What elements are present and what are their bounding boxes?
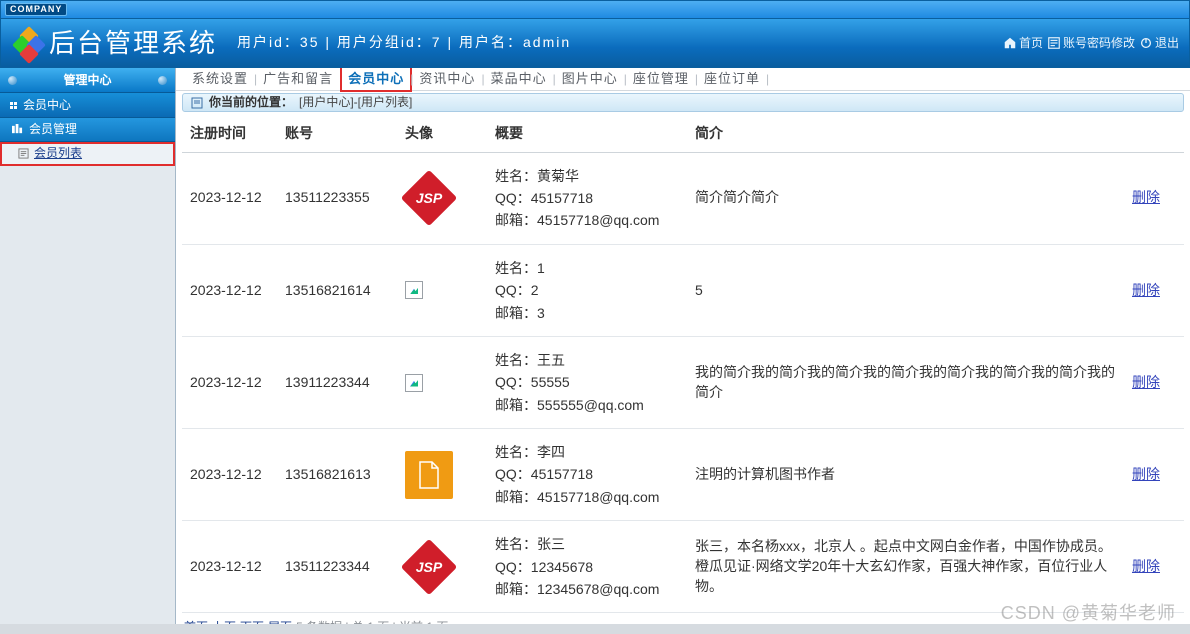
system-title: 后台管理系统 xyxy=(49,25,217,61)
table-header-row: 注册时间 账号 头像 概要 简介 xyxy=(182,116,1184,152)
delete-link[interactable]: 删除 xyxy=(1132,558,1160,574)
cell-intro: 5 xyxy=(687,244,1124,336)
cell-summary: 姓名：张三QQ：12345678邮箱：12345678@qq.com xyxy=(487,521,687,613)
th-summary: 概要 xyxy=(487,116,687,152)
cell-avatar: JSP xyxy=(397,152,487,244)
grid-icon xyxy=(10,102,17,109)
cell-summary: 姓名：李四QQ：45157718邮箱：45157718@qq.com xyxy=(487,429,687,521)
home-button[interactable]: 首页 xyxy=(1003,35,1043,52)
change-password-button[interactable]: 账号密码修改 xyxy=(1047,35,1135,52)
nav-item-4[interactable]: 菜品中心 xyxy=(485,70,553,88)
logout-button[interactable]: 退出 xyxy=(1139,35,1179,52)
cell-intro: 简介简介简介 xyxy=(687,152,1124,244)
table-row: 2023-12-1213911223344 姓名：王五QQ：55555邮箱：555… xyxy=(182,336,1184,428)
pager-last[interactable]: 尾页 xyxy=(268,619,292,624)
avatar-jsp-icon: JSP xyxy=(405,174,453,222)
cell-op: 删除 xyxy=(1124,244,1184,336)
cell-summary: 姓名：1QQ：2邮箱：3 xyxy=(487,244,687,336)
page-icon xyxy=(18,148,29,159)
table-row: 2023-12-1213511223344JSP 姓名：张三QQ：12345678… xyxy=(182,521,1184,613)
top-nav: 系统设置 | 广告和留言 | 会员中心 | 资讯中心 | 菜品中心 | 图片中心… xyxy=(176,68,1190,91)
nav-item-0[interactable]: 系统设置 xyxy=(186,70,254,88)
cell-date: 2023-12-12 xyxy=(182,429,277,521)
cell-account: 13511223344 xyxy=(277,521,397,613)
cell-account: 13516821614 xyxy=(277,244,397,336)
cell-intro: 我的简介我的简介我的简介我的简介我的简介我的简介我的简介我的简介 xyxy=(687,336,1124,428)
avatar-broken-icon xyxy=(405,281,423,299)
cell-avatar xyxy=(397,429,487,521)
nav-item-2[interactable]: 会员中心 xyxy=(342,68,410,90)
logo-icon xyxy=(15,29,43,57)
sidebar-title: 管理中心 xyxy=(0,68,175,93)
cell-op: 删除 xyxy=(1124,429,1184,521)
th-date: 注册时间 xyxy=(182,116,277,152)
avatar-xml-icon xyxy=(405,451,453,499)
delete-link[interactable]: 删除 xyxy=(1132,466,1160,482)
member-table: 注册时间 账号 头像 概要 简介 2023-12-1213511223355JS… xyxy=(182,116,1184,613)
nav-item-5[interactable]: 图片中心 xyxy=(556,70,624,88)
nav-item-6[interactable]: 座位管理 xyxy=(627,70,695,88)
nav-item-1[interactable]: 广告和留言 xyxy=(257,70,339,88)
th-avatar: 头像 xyxy=(397,116,487,152)
bars-icon xyxy=(12,124,23,135)
delete-link[interactable]: 删除 xyxy=(1132,189,1160,205)
form-icon xyxy=(1047,36,1061,50)
avatar-jsp-icon: JSP xyxy=(405,543,453,591)
user-info-line: 用户id：35 | 用户分组id：7 | 用户名：admin xyxy=(237,33,571,53)
breadcrumb-label: 你当前的位置： xyxy=(209,94,293,111)
cell-summary: 姓名：黄菊华QQ：45157718邮箱：45157718@qq.com xyxy=(487,152,687,244)
delete-link[interactable]: 删除 xyxy=(1132,282,1160,298)
delete-link[interactable]: 删除 xyxy=(1132,374,1160,390)
cell-avatar xyxy=(397,336,487,428)
main-area: 系统设置 | 广告和留言 | 会员中心 | 资讯中心 | 菜品中心 | 图片中心… xyxy=(176,68,1190,624)
nav-item-7[interactable]: 座位订单 xyxy=(698,70,766,88)
sidebar: 管理中心 会员中心 会员管理 会员列表 xyxy=(0,68,176,624)
cell-account: 13511223355 xyxy=(277,152,397,244)
sidebar-section-members[interactable]: 会员中心 xyxy=(0,93,175,118)
pager-prev[interactable]: 上页 xyxy=(212,619,236,624)
th-account: 账号 xyxy=(277,116,397,152)
pager-info: 5 条数据 | 总 1 页 | 当前 1 页 xyxy=(296,619,448,624)
breadcrumb: 你当前的位置： [用户中心]-[用户列表] xyxy=(182,93,1184,112)
cell-summary: 姓名：王五QQ：55555邮箱：555555@qq.com xyxy=(487,336,687,428)
breadcrumb-path: [用户中心]-[用户列表] xyxy=(299,94,412,111)
pager-first[interactable]: 首页 xyxy=(184,619,208,624)
sidebar-item-member-list[interactable]: 会员列表 xyxy=(0,142,175,166)
table-row: 2023-12-1213511223355JSP 姓名：黄菊华QQ：4515771… xyxy=(182,152,1184,244)
th-op xyxy=(1124,116,1184,152)
company-badge: COMPANY xyxy=(5,3,67,16)
cell-date: 2023-12-12 xyxy=(182,152,277,244)
doc-icon xyxy=(191,97,203,109)
cell-account: 13911223344 xyxy=(277,336,397,428)
th-intro: 简介 xyxy=(687,116,1124,152)
header: 后台管理系统 用户id：35 | 用户分组id：7 | 用户名：admin 首页… xyxy=(0,19,1190,68)
pager: 首页 上页 下页 尾页 5 条数据 | 总 1 页 | 当前 1 页 xyxy=(184,619,1182,624)
table-row: 2023-12-1213516821614 姓名：1QQ：2邮箱：35 删除 xyxy=(182,244,1184,336)
cell-date: 2023-12-12 xyxy=(182,244,277,336)
power-icon xyxy=(1139,36,1153,50)
cell-avatar xyxy=(397,244,487,336)
cell-avatar: JSP xyxy=(397,521,487,613)
cell-op: 删除 xyxy=(1124,336,1184,428)
sidebar-sub-member-manage[interactable]: 会员管理 xyxy=(0,118,175,142)
table-row: 2023-12-1213516821613 姓名：李四QQ：45157718邮箱：… xyxy=(182,429,1184,521)
cell-op: 删除 xyxy=(1124,152,1184,244)
pager-next[interactable]: 下页 xyxy=(240,619,264,624)
nav-item-3[interactable]: 资讯中心 xyxy=(413,70,481,88)
window-topbar: COMPANY xyxy=(0,0,1190,19)
home-icon xyxy=(1003,36,1017,50)
cell-account: 13516821613 xyxy=(277,429,397,521)
cell-op: 删除 xyxy=(1124,521,1184,613)
cell-date: 2023-12-12 xyxy=(182,521,277,613)
cell-intro: 张三，本名杨xxx，北京人 。起点中文网白金作者，中国作协成员。橙瓜见证·网络文… xyxy=(687,521,1124,613)
avatar-broken-icon xyxy=(405,374,423,392)
cell-intro: 注明的计算机图书作者 xyxy=(687,429,1124,521)
cell-date: 2023-12-12 xyxy=(182,336,277,428)
